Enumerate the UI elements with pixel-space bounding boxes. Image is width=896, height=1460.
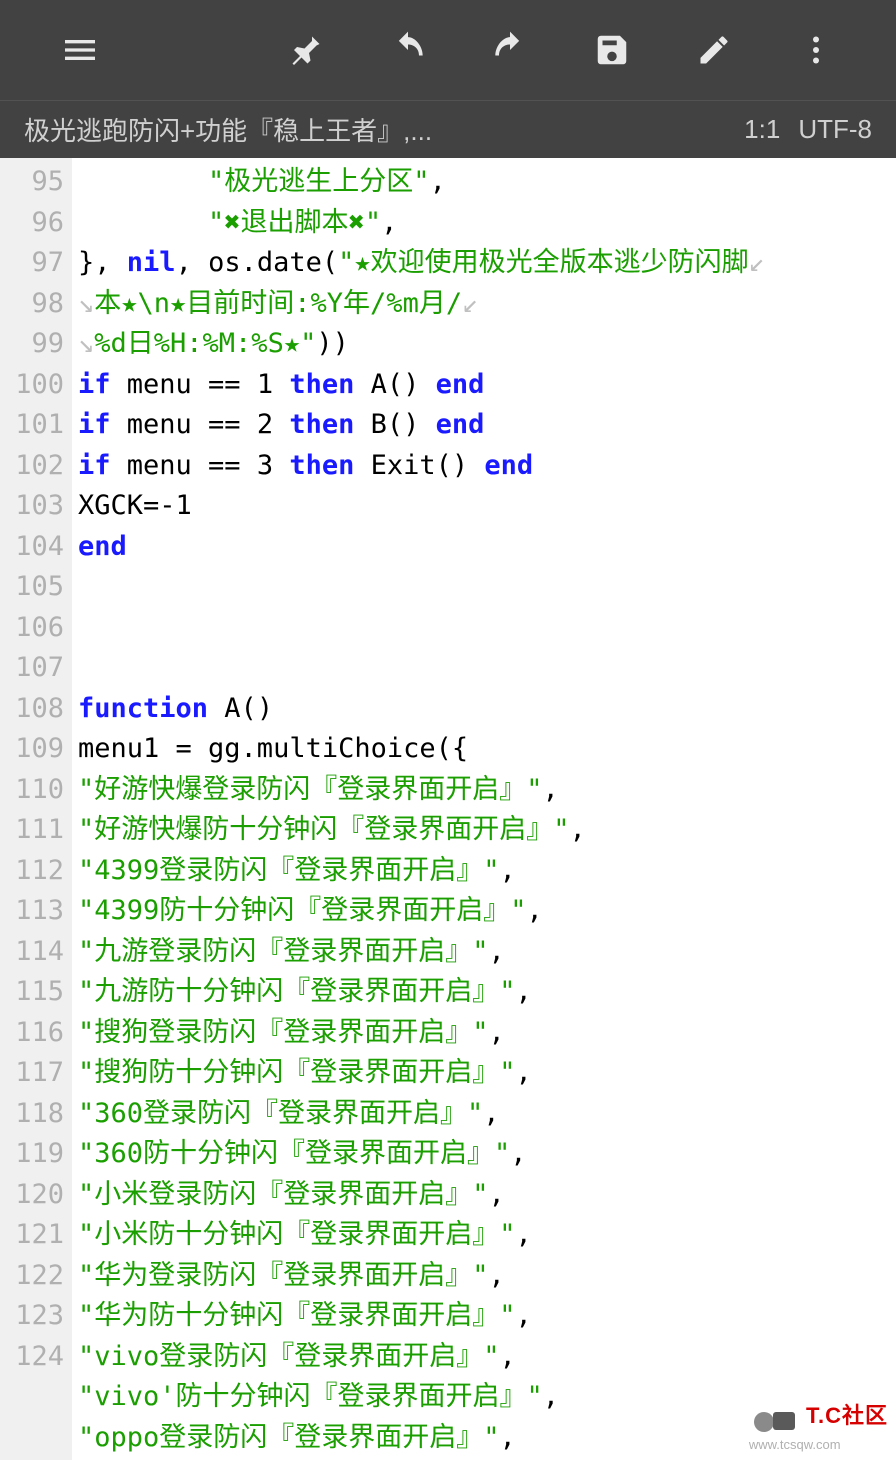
cursor-position: 1:1 <box>744 114 780 145</box>
statusbar: 极光逃跑防闪+功能『稳上王者』,... 1:1 UTF-8 <box>0 100 896 158</box>
pin-icon[interactable] <box>256 0 356 100</box>
encoding-label: UTF-8 <box>798 114 872 145</box>
redo-icon[interactable] <box>460 0 560 100</box>
line-gutter: 9596979899100101102103104105106107108109… <box>0 158 72 1460</box>
code-editor[interactable]: 9596979899100101102103104105106107108109… <box>0 158 896 1460</box>
edit-icon[interactable] <box>664 0 764 100</box>
code-area[interactable]: "极光逃生上分区", "✖退出脚本✖",}, nil, os.date("★欢迎… <box>72 158 896 1460</box>
menu-icon[interactable] <box>30 0 130 100</box>
undo-icon[interactable] <box>358 0 458 100</box>
save-icon[interactable] <box>562 0 662 100</box>
watermark: T.C社区 www.tcsqw.com <box>749 1397 888 1452</box>
more-icon[interactable] <box>766 0 866 100</box>
filename-label: 极光逃跑防闪+功能『稳上王者』,... <box>24 111 744 148</box>
toolbar <box>0 0 896 100</box>
